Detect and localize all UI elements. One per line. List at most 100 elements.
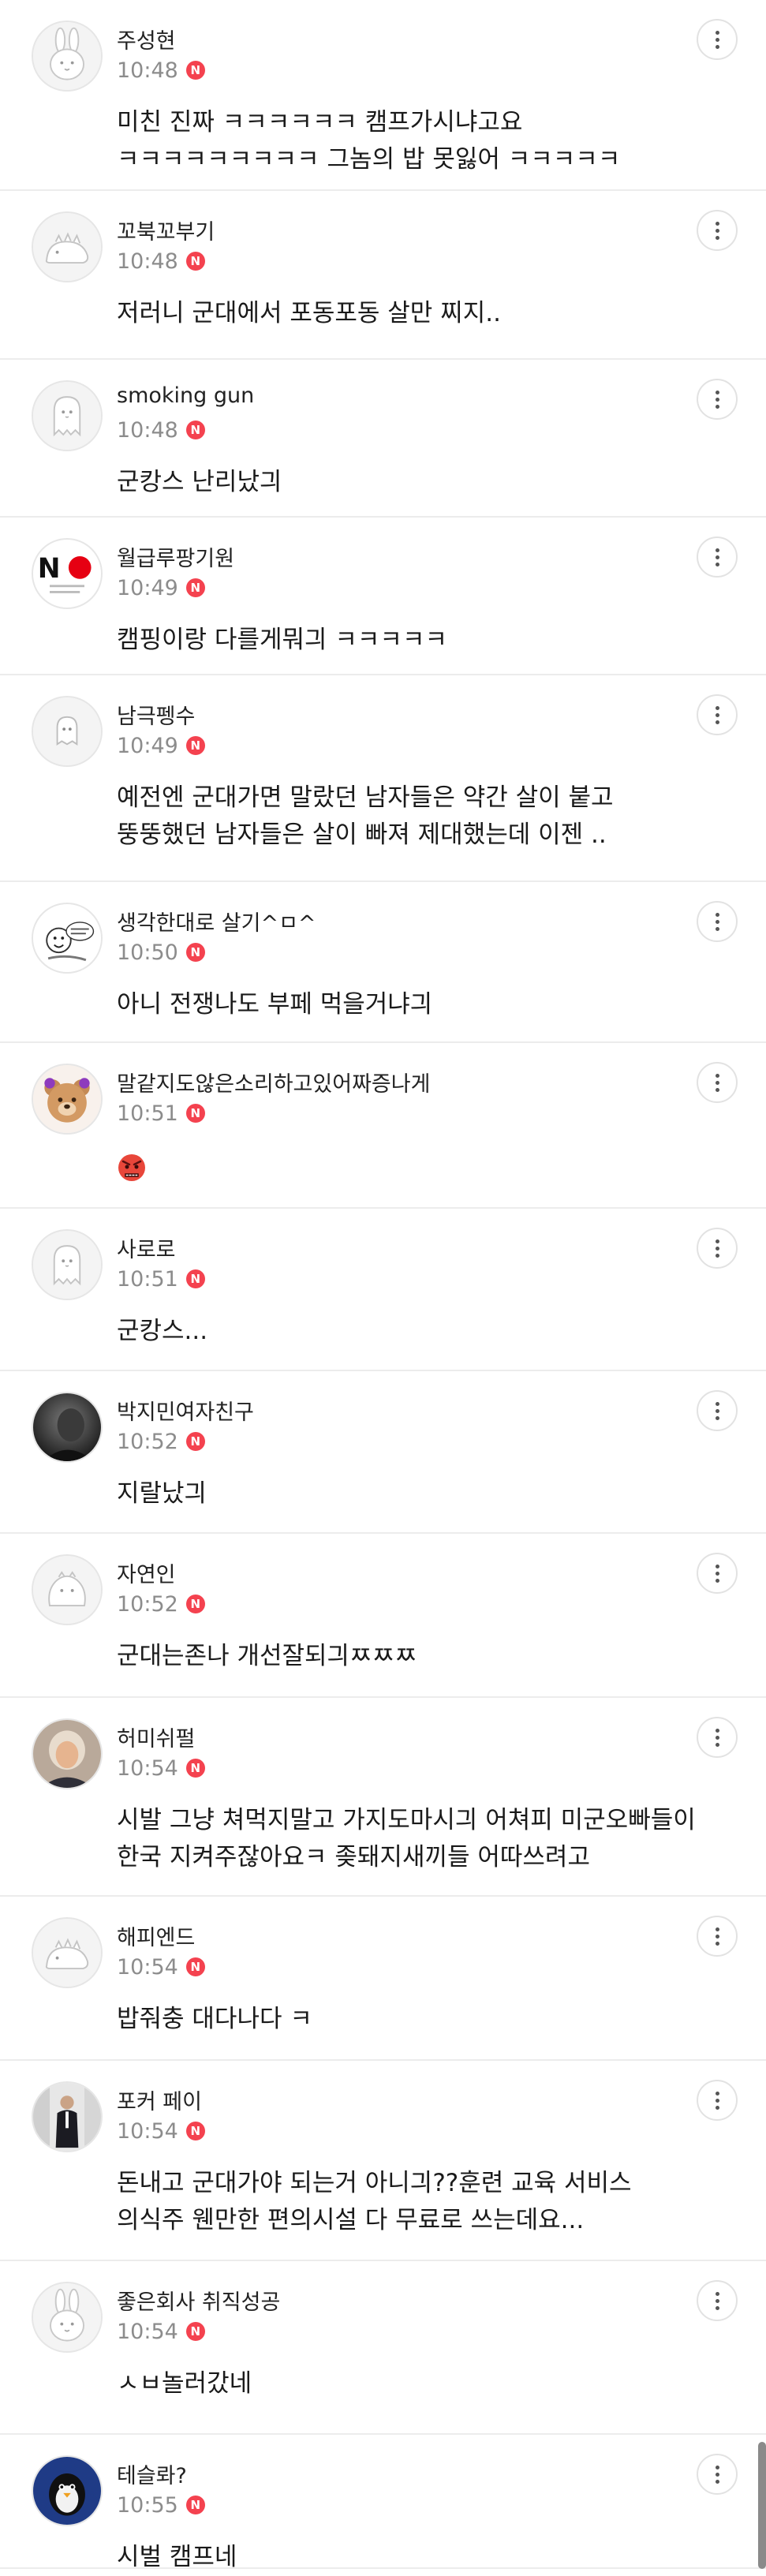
comment-item: 자연인 10:52 N 군대는존나 개선잘되긔ㅉㅉㅉ	[0, 1534, 766, 1698]
more-vertical-icon[interactable]	[697, 1916, 738, 1957]
dot	[715, 562, 719, 566]
comment-nickname[interactable]: 좋은회사 취직성공	[117, 2285, 280, 2316]
comment-item: 사로로 10:51 N 군캉스...	[0, 1209, 766, 1371]
more-vertical-icon[interactable]	[697, 1228, 738, 1269]
comment-time: 10:52	[117, 1591, 178, 1617]
comment-time: 10:54	[117, 2319, 178, 2344]
dot	[715, 2465, 719, 2469]
avatar[interactable]	[32, 1917, 103, 1988]
comment-nickname[interactable]: 남극펭수	[117, 699, 195, 730]
more-vertical-icon[interactable]	[697, 1062, 738, 1103]
dot	[715, 1578, 719, 1583]
dot	[715, 397, 719, 402]
comment-nickname[interactable]: 해피엔드	[117, 1920, 195, 1951]
comment-nickname[interactable]: 월급루팡기원	[117, 541, 234, 572]
avatar[interactable]	[32, 1554, 103, 1625]
more-vertical-icon[interactable]	[697, 901, 738, 942]
new-badge: N	[185, 1104, 205, 1123]
comment-time: 10:55	[117, 2492, 178, 2518]
avatar[interactable]	[32, 1229, 103, 1300]
comment-item: 꼬북꼬부기 10:48 N 저러니 군대에서 포동포동 살만 찌지..	[0, 191, 766, 360]
comment-time: 10:50	[117, 940, 178, 965]
dot	[715, 2098, 719, 2103]
comment-text: 아니 전쟁나도 부페 먹을거냐긔	[117, 990, 433, 1019]
dot	[715, 548, 719, 552]
dot	[715, 221, 719, 226]
comment-item: 허미쉬펄 10:54 N 시발 그냥 쳐먹지말고 가지도마시긔 어쳐피 미군오빠들이 …	[0, 1698, 766, 1897]
avatar[interactable]	[32, 2081, 103, 2152]
avatar[interactable]	[32, 1392, 103, 1463]
comment-nickname[interactable]: 생각한대로 살기^ㅁ^	[117, 906, 316, 937]
avatar[interactable]	[32, 1718, 103, 1789]
more-vertical-icon[interactable]	[697, 1390, 738, 1431]
comment-meta: 10:52 N	[117, 1591, 205, 1617]
comment-item: 포커 페이 10:54 N 돈내고 군대가야 되는거 아니긔??훈련 교육 서비스 의…	[0, 2061, 766, 2261]
dot	[715, 1728, 719, 1733]
new-badge: N	[185, 1759, 205, 1778]
more-vertical-icon[interactable]	[697, 2454, 738, 2495]
new-badge: N	[185, 1595, 205, 1613]
comment-nickname[interactable]: 주성현	[117, 24, 176, 54]
more-vertical-icon[interactable]	[697, 2280, 738, 2321]
comment-nickname[interactable]: 테슬롸?	[117, 2458, 187, 2489]
comment-meta: 10:52 N	[117, 1428, 205, 1455]
dot	[715, 1073, 719, 1078]
dot	[715, 712, 719, 717]
dot	[715, 2091, 719, 2096]
new-badge: N	[185, 943, 205, 962]
avatar[interactable]	[32, 211, 103, 282]
avatar[interactable]	[32, 903, 103, 974]
dot	[715, 1401, 719, 1406]
comment-nickname[interactable]: 자연인	[117, 1557, 176, 1588]
scrollbar[interactable]	[758, 2442, 766, 2569]
comment-nickname[interactable]: 허미쉬펄	[117, 1722, 195, 1752]
dot	[715, 2472, 719, 2477]
comment-text: 밥줘충 대다나다 ㅋ	[117, 2005, 312, 2033]
comment-text: 군대는존나 개선잘되긔ㅉㅉㅉ	[117, 1642, 417, 1670]
comment-meta: 10:48 N	[117, 57, 205, 84]
avatar[interactable]	[32, 2282, 103, 2353]
comment-nickname[interactable]: 꼬북꼬부기	[117, 215, 215, 245]
comment-time: 10:54	[117, 1755, 178, 1781]
comment-meta: 10:54 N	[117, 1953, 205, 1980]
dot	[715, 720, 719, 724]
comment-time: 10:54	[117, 1954, 178, 1980]
comment-item: 해피엔드 10:54 N 밥줘충 대다나다 ㅋ	[0, 1897, 766, 2061]
comment-text: 미친 진짜 ㅋㅋㅋㅋㅋㅋ 캠프가시냐고요 ㅋㅋㅋㅋㅋㅋㅋㅋㅋ 그놈의 밥 못잃어…	[117, 108, 621, 174]
avatar[interactable]	[32, 21, 103, 92]
dot	[715, 30, 719, 35]
more-vertical-icon[interactable]	[697, 1553, 738, 1594]
avatar[interactable]	[32, 380, 103, 451]
more-vertical-icon[interactable]	[697, 210, 738, 251]
dot	[715, 1239, 719, 1243]
more-vertical-icon[interactable]	[697, 19, 738, 60]
comment-nickname[interactable]: 말같지도않은소리하고있어짜증나게	[117, 1067, 430, 1097]
dot	[715, 1253, 719, 1258]
comment-meta: 10:48 N	[117, 417, 205, 443]
avatar[interactable]	[32, 2455, 103, 2526]
comment-text: ㅅㅂ놀러갔네	[117, 2369, 252, 2398]
more-vertical-icon[interactable]	[697, 379, 738, 420]
new-badge: N	[185, 61, 205, 80]
comment-nickname[interactable]: smoking gun	[117, 383, 254, 408]
new-badge: N	[185, 578, 205, 597]
comment-item: 주성현 10:48 N 미친 진짜 ㅋㅋㅋㅋㅋㅋ 캠프가시냐고요 ㅋㅋㅋㅋㅋㅋㅋㅋㅋ …	[0, 0, 766, 191]
comment-text: 시발 그냥 쳐먹지말고 가지도마시긔 어쳐피 미군오빠들이 한국 지켜주잖아요ㅋ…	[117, 1806, 696, 1871]
comment-time: 10:48	[117, 58, 178, 83]
more-vertical-icon[interactable]	[697, 1717, 738, 1758]
comment-nickname[interactable]: 포커 페이	[117, 2084, 202, 2115]
comment-nickname[interactable]: 박지민여자친구	[117, 1395, 254, 1426]
comment-nickname[interactable]: 사로로	[117, 1232, 176, 1263]
dot	[715, 926, 719, 931]
more-vertical-icon[interactable]	[697, 694, 738, 735]
more-vertical-icon[interactable]	[697, 2080, 738, 2121]
avatar[interactable]	[32, 696, 103, 767]
comment-time: 10:48	[117, 249, 178, 274]
avatar[interactable]: N	[32, 538, 103, 609]
dot	[715, 228, 719, 233]
avatar[interactable]	[32, 1064, 103, 1135]
dot	[715, 555, 719, 559]
comment-text: 저러니 군대에서 포동포동 살만 찌지..	[117, 299, 501, 327]
more-vertical-icon[interactable]	[697, 537, 738, 578]
dot	[715, 37, 719, 42]
